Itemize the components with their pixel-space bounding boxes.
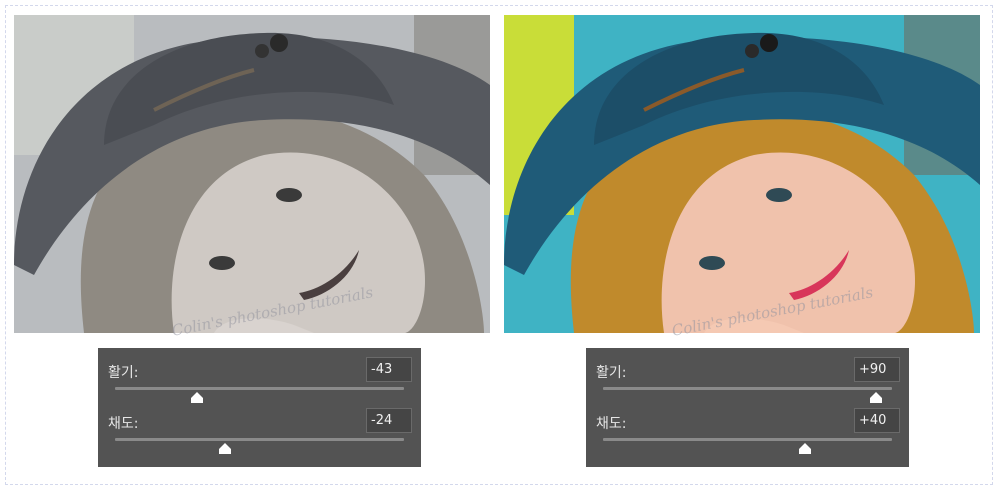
vibrance-slider-track[interactable] bbox=[603, 387, 892, 390]
vibrance-label: 활기: bbox=[596, 365, 627, 381]
vibrance-slider-thumb[interactable] bbox=[191, 392, 204, 403]
adjustment-panel-right: 활기: +90 채도: +40 bbox=[586, 348, 909, 467]
vibrance-value-field[interactable]: -43 bbox=[366, 357, 412, 382]
saturation-slider-thumb[interactable] bbox=[799, 443, 812, 454]
photo-vibrant bbox=[504, 15, 980, 333]
vibrance-label: 활기: bbox=[108, 365, 139, 381]
saturation-slider-track[interactable] bbox=[115, 438, 404, 441]
adjustment-panel-left: 활기: -43 채도: -24 bbox=[98, 348, 421, 467]
saturation-value-field[interactable]: +40 bbox=[854, 408, 900, 433]
saturation-label: 채도: bbox=[596, 416, 627, 432]
saturation-slider-track[interactable] bbox=[603, 438, 892, 441]
photo-desaturated bbox=[14, 15, 490, 333]
vibrance-slider-track[interactable] bbox=[115, 387, 404, 390]
saturation-label: 채도: bbox=[108, 416, 139, 432]
vibrance-slider-thumb[interactable] bbox=[870, 392, 883, 403]
saturation-slider-thumb[interactable] bbox=[218, 443, 231, 454]
vibrance-value-field[interactable]: +90 bbox=[854, 357, 900, 382]
saturation-value-field[interactable]: -24 bbox=[366, 408, 412, 433]
